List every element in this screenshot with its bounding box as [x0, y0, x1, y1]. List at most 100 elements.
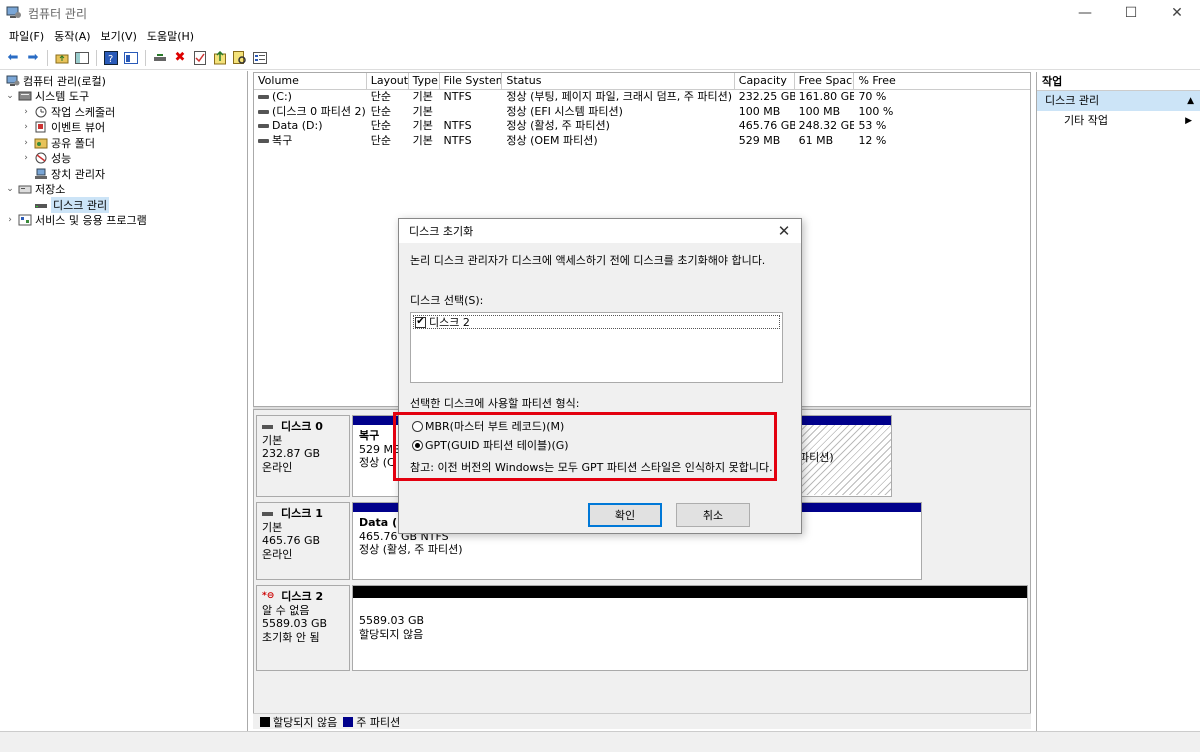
disk-list-item-label: 디스크 2: [429, 316, 470, 329]
more-actions-label: 기타 작업: [1064, 114, 1108, 127]
partition-block[interactable]: 파티션): [793, 416, 891, 496]
tree-item-system-tools[interactable]: ⌄ 시스템 도구: [0, 89, 247, 105]
disk-list-item[interactable]: ✔ 디스크 2: [413, 315, 780, 329]
disk-state: 온라인: [262, 547, 293, 561]
device-manager-icon: [34, 168, 48, 180]
tree-item-storage[interactable]: ⌄ 저장소: [0, 182, 247, 198]
volume-row[interactable]: 복구 단순 기본 NTFS 정상 (OEM 파티션) 529 MB 61 MB …: [254, 134, 1030, 149]
column-header-type[interactable]: Type: [409, 73, 440, 89]
disk-label[interactable]: *⊖ 디스크 2 알 수 없음 5589.03 GB 초기화 안 됨: [256, 585, 350, 671]
console-tree-icon[interactable]: [73, 49, 91, 67]
volume-type: 기본: [412, 119, 433, 132]
chevron-right-icon[interactable]: ›: [20, 107, 32, 117]
volume-row[interactable]: (디스크 0 파티션 2) 단순 기본 정상 (EFI 시스템 파티션) 100…: [254, 105, 1030, 120]
tree-label: 작업 스케줄러: [51, 105, 116, 119]
tree-item-services-applications[interactable]: › 서비스 및 응용 프로그램: [0, 213, 247, 229]
chevron-down-icon[interactable]: ⌄: [4, 184, 16, 194]
tree-item-computer-management[interactable]: 컴퓨터 관리(로컬): [0, 73, 247, 89]
back-arrow-icon[interactable]: ⬅: [4, 49, 22, 67]
search-icon[interactable]: [231, 49, 249, 67]
checklist-icon[interactable]: [191, 49, 209, 67]
disk-size: 5589.03 GB: [262, 617, 328, 630]
chevron-down-icon[interactable]: ⌄: [4, 91, 16, 101]
chevron-right-icon[interactable]: ›: [20, 153, 32, 163]
up-folder-icon[interactable]: [53, 49, 71, 67]
column-header-file-system[interactable]: File System: [440, 73, 503, 89]
partition-body: 5589.03 GB 할당되지 않음: [353, 598, 1027, 645]
export-icon[interactable]: [211, 49, 229, 67]
column-header-layout[interactable]: Layout: [367, 73, 409, 89]
partition-bar: [353, 586, 1027, 598]
delete-icon[interactable]: ✖: [171, 49, 189, 67]
volume-layout: 단순: [370, 90, 391, 103]
dialog-close-icon[interactable]: ✕: [775, 222, 793, 240]
volume-row[interactable]: (C:) 단순 기본 NTFS 정상 (부팅, 페이지 파일, 크래시 덤프, …: [254, 90, 1030, 105]
volume-name-cell: (디스크 0 파티션 2): [254, 105, 367, 120]
menu-help[interactable]: 도움말(H): [142, 28, 199, 44]
connect-disk-icon[interactable]: [151, 49, 169, 67]
volume-type: 기본: [412, 104, 433, 118]
menu-file[interactable]: 파일(F): [4, 28, 49, 44]
toolbar-separator: [96, 49, 97, 66]
legend-swatch-primary: [343, 716, 354, 727]
disk-name: 디스크 2: [281, 590, 324, 603]
volume-type: 기본: [412, 133, 433, 147]
disk-label[interactable]: 디스크 0 기본 232.87 GB 온라인: [256, 415, 350, 497]
partition-body: 파티션): [793, 425, 891, 495]
shared-folders-icon: [34, 137, 48, 149]
disk-label[interactable]: 디스크 1 기본 465.76 GB 온라인: [256, 502, 350, 580]
partition-block[interactable]: 5589.03 GB 할당되지 않음: [353, 586, 1027, 670]
disk-size: 465.76 GB: [262, 534, 321, 547]
close-button[interactable]: ✕: [1154, 0, 1200, 26]
menu-bar: 파일(F) 동작(A) 보기(V) 도움말(H): [0, 26, 1200, 46]
column-header-volume[interactable]: Volume: [254, 73, 367, 89]
menu-view[interactable]: 보기(V): [96, 28, 142, 44]
tree-item-performance[interactable]: › 성능: [0, 151, 247, 167]
minimize-button[interactable]: —: [1062, 0, 1108, 26]
disk-name-row: 디스크 1: [262, 507, 344, 521]
event-viewer-icon: [34, 121, 48, 133]
volume-free-space: 61 MB: [798, 133, 834, 147]
partition-style-label: 선택한 디스크에 사용할 파티션 형식:: [410, 397, 580, 410]
volume-status: 정상 (부팅, 페이지 파일, 크래시 덤프, 주 파티션): [506, 90, 733, 103]
tree-label: 서비스 및 응용 프로그램: [35, 214, 147, 228]
toolbar-separator: [47, 49, 48, 66]
column-header-percent-free[interactable]: % Free: [854, 73, 1030, 89]
list-view-icon[interactable]: [251, 49, 269, 67]
column-header-capacity[interactable]: Capacity: [735, 73, 795, 89]
column-header-free-space[interactable]: Free Space: [795, 73, 855, 89]
volume-free-space: 100 MB: [798, 104, 841, 118]
performance-icon: [34, 152, 48, 164]
dialog-title-bar: 디스크 초기화 ✕: [399, 219, 801, 243]
disk-select-list[interactable]: ✔ 디스크 2: [410, 312, 783, 383]
chevron-right-icon[interactable]: ›: [4, 215, 16, 225]
tree-item-event-viewer[interactable]: › 이벤트 뷰어: [0, 120, 247, 136]
actions-section-disk-management[interactable]: 디스크 관리 ▲: [1037, 91, 1200, 111]
volume-row[interactable]: Data (D:) 단순 기본 NTFS 정상 (활성, 주 파티션) 465.…: [254, 119, 1030, 134]
help-icon[interactable]: ?: [102, 49, 120, 67]
disk-checkbox[interactable]: ✔: [415, 316, 426, 328]
tree-item-shared-folders[interactable]: › 공유 폴더: [0, 135, 247, 151]
chevron-right-icon[interactable]: ›: [20, 122, 32, 132]
volume-file-system: NTFS: [443, 90, 472, 103]
disk-name-row: *⊖ 디스크 2: [262, 590, 344, 604]
tree-item-task-scheduler[interactable]: › 작업 스케줄러: [0, 104, 247, 120]
dialog-title: 디스크 초기화: [409, 225, 474, 238]
legend-label-primary: 주 파티션: [356, 715, 401, 729]
collapse-up-icon[interactable]: ▲: [1187, 91, 1194, 111]
properties-icon[interactable]: [122, 49, 140, 67]
partition-size: 5589.03 GB: [359, 614, 425, 627]
volume-capacity: 232.25 GB: [738, 90, 795, 103]
drive-icon: [258, 124, 269, 128]
menu-action[interactable]: 동작(A): [49, 28, 95, 44]
column-header-status[interactable]: Status: [502, 73, 735, 89]
disk-uninitialized-icon: *⊖: [262, 591, 275, 601]
cancel-button[interactable]: 취소: [676, 503, 750, 527]
maximize-button[interactable]: ☐: [1108, 0, 1154, 26]
chevron-right-icon[interactable]: ›: [20, 138, 32, 148]
more-actions-item[interactable]: 기타 작업 ▶: [1037, 111, 1200, 131]
tree-item-device-manager[interactable]: 장치 관리자: [0, 166, 247, 182]
ok-button[interactable]: 확인: [588, 503, 662, 527]
tree-item-disk-management[interactable]: 디스크 관리: [0, 196, 247, 213]
forward-arrow-icon[interactable]: ➡: [24, 49, 42, 67]
